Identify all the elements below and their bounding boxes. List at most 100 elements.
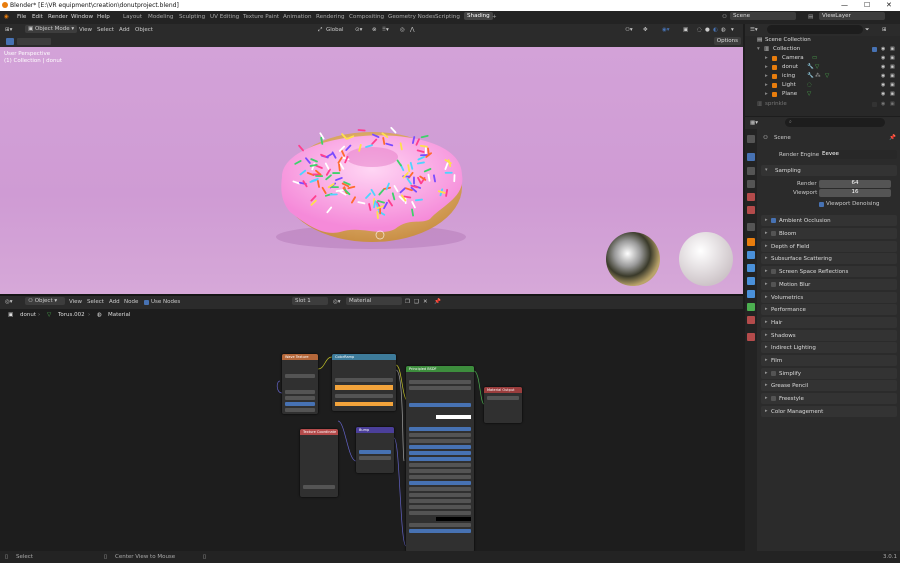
gizmo-icon[interactable]: ✥ bbox=[643, 27, 648, 33]
xray-icon[interactable]: ▣ bbox=[683, 27, 688, 33]
object-mode-dropdown[interactable]: ▣ Object Mode ▾ bbox=[25, 25, 78, 33]
node-field[interactable] bbox=[285, 396, 315, 400]
close-button[interactable]: ✕ bbox=[886, 1, 892, 9]
viewport-options-button[interactable]: Options bbox=[713, 37, 741, 45]
blender-menu-icon[interactable]: ◉ bbox=[4, 14, 9, 20]
visibility-eye-icon[interactable]: ◉ bbox=[881, 91, 885, 97]
slot-dropdown[interactable]: Slot 1 bbox=[292, 297, 328, 305]
node-field[interactable] bbox=[409, 457, 471, 461]
panel-shadows[interactable]: ▸ Shadows bbox=[761, 330, 897, 341]
viewport-menu-object[interactable]: Object bbox=[135, 27, 153, 33]
add-workspace-button[interactable]: + bbox=[492, 14, 497, 20]
material-name-field[interactable]: Material bbox=[346, 297, 402, 305]
menu-file[interactable]: File bbox=[17, 14, 26, 20]
collection-checkbox[interactable] bbox=[872, 47, 877, 52]
tab-geometry-nodes[interactable]: Geometry Nodes bbox=[388, 14, 435, 20]
render-samples-field[interactable]: 64 bbox=[819, 180, 891, 188]
orientation-icon[interactable]: ⤢ bbox=[318, 27, 322, 34]
panel-bloom[interactable]: ▸ Bloom bbox=[761, 228, 897, 239]
panel-indirect-lighting[interactable]: ▸ Indirect Lighting bbox=[761, 342, 897, 353]
node-field[interactable] bbox=[409, 380, 471, 384]
constraints-tab-icon[interactable] bbox=[747, 290, 755, 298]
output-tab-icon[interactable] bbox=[747, 167, 755, 175]
node-field[interactable] bbox=[409, 511, 471, 515]
node-field[interactable] bbox=[409, 475, 471, 479]
visibility-eye-icon[interactable]: ◉ bbox=[881, 64, 885, 70]
node-field[interactable] bbox=[409, 439, 471, 443]
pivot-icon[interactable]: ⊙▾ bbox=[355, 27, 362, 33]
object-tab-icon[interactable] bbox=[747, 238, 755, 246]
node-field[interactable] bbox=[335, 378, 393, 382]
node-menu-node[interactable]: Node bbox=[124, 299, 138, 305]
node-field[interactable] bbox=[359, 450, 391, 454]
node-field[interactable] bbox=[285, 374, 315, 378]
render-camera-icon[interactable]: ▣ bbox=[890, 55, 895, 61]
outliner-item-camera[interactable]: ▸ Camera ▭ ◉ ▣ bbox=[745, 54, 900, 63]
panel-screen-space-reflections[interactable]: ▸ Screen Space Reflections bbox=[761, 266, 897, 277]
emission-color-swatch[interactable] bbox=[436, 517, 471, 521]
data-tab-icon[interactable] bbox=[747, 303, 755, 311]
overlay-icon[interactable]: ◉▾ bbox=[662, 27, 670, 33]
render-engine-dropdown[interactable]: Eevee bbox=[819, 150, 897, 159]
panel-checkbox[interactable] bbox=[771, 218, 776, 223]
viewport-menu-add[interactable]: Add bbox=[119, 27, 130, 33]
node-canvas[interactable]: Wave Texture ColorRamp Texture Coordinat… bbox=[0, 321, 743, 552]
material-browse-icon[interactable]: ◎▾ bbox=[333, 299, 341, 305]
material-duplicate-icon[interactable]: ❐ bbox=[405, 299, 410, 305]
collection-tab-icon[interactable] bbox=[747, 223, 755, 231]
tab-rendering[interactable]: Rendering bbox=[316, 14, 345, 20]
visibility-icon[interactable]: ⚇▾ bbox=[625, 27, 633, 33]
scene-selector[interactable]: Scene bbox=[730, 12, 796, 20]
viewport-menu-select[interactable]: Select bbox=[97, 27, 114, 33]
pin-icon[interactable]: 📌 bbox=[434, 299, 441, 305]
snap-options-icon[interactable]: ⠿▾ bbox=[382, 27, 389, 33]
panel-checkbox[interactable] bbox=[771, 282, 776, 287]
properties-search-input[interactable]: ⌕ bbox=[785, 118, 885, 127]
node-field[interactable] bbox=[409, 469, 471, 473]
node-field[interactable] bbox=[303, 485, 335, 489]
node-field[interactable] bbox=[409, 523, 471, 527]
panel-checkbox[interactable] bbox=[771, 371, 776, 376]
view-layer-tab-icon[interactable] bbox=[747, 180, 755, 188]
node-field[interactable] bbox=[409, 433, 471, 437]
texture-tab-icon[interactable] bbox=[747, 333, 755, 341]
modifier-tab-icon[interactable] bbox=[747, 251, 755, 259]
visibility-eye-icon[interactable]: ◉ bbox=[881, 73, 885, 79]
select-mode-buttons[interactable] bbox=[17, 38, 51, 45]
proportional-falloff-icon[interactable]: ⋀ bbox=[410, 27, 415, 33]
node-menu-view[interactable]: View bbox=[69, 299, 82, 305]
node-field[interactable] bbox=[285, 390, 315, 394]
outliner-item-plane[interactable]: ▸ Plane ▽ ◉ ▣ bbox=[745, 90, 900, 99]
tab-compositing[interactable]: Compositing bbox=[349, 14, 384, 20]
node-field[interactable] bbox=[409, 403, 471, 407]
expand-arrow-icon[interactable]: ▸ bbox=[765, 73, 768, 79]
tab-layout[interactable]: Layout bbox=[123, 14, 142, 20]
node-editor-type-icon[interactable]: ◎▾ bbox=[5, 299, 13, 305]
snap-icon[interactable]: ⊗ bbox=[372, 27, 377, 33]
material-fake-user-icon[interactable]: ❑ bbox=[414, 299, 419, 305]
node-texture-coordinate[interactable]: Texture Coordinate bbox=[300, 429, 338, 497]
panel-ambient-occlusion[interactable]: ▸ Ambient Occlusion bbox=[761, 215, 897, 226]
panel-depth-of-field[interactable]: ▸ Depth of Field bbox=[761, 241, 897, 252]
world-tab-icon[interactable] bbox=[747, 206, 755, 214]
tab-texture-paint[interactable]: Texture Paint bbox=[243, 14, 279, 20]
node-menu-add[interactable]: Add bbox=[109, 299, 120, 305]
properties-editor-icon[interactable]: ▦▾ bbox=[750, 120, 758, 126]
outliner-item-light[interactable]: ▸ Light ◌ ◉ ▣ bbox=[745, 81, 900, 90]
subsurface-color-swatch[interactable] bbox=[436, 415, 471, 419]
outliner-item-donut[interactable]: ▸ donut 🔧 ▽ ◉ ▣ bbox=[745, 63, 900, 72]
orientation-dropdown[interactable]: Global bbox=[326, 27, 344, 33]
viewport-menu-view[interactable]: View bbox=[79, 27, 92, 33]
visibility-eye-icon[interactable]: ◉ bbox=[881, 101, 885, 107]
node-field[interactable] bbox=[285, 402, 315, 406]
node-field[interactable] bbox=[335, 394, 393, 398]
node-field[interactable] bbox=[409, 529, 471, 533]
tab-sculpting[interactable]: Sculpting bbox=[179, 14, 205, 20]
scene-tab-icon[interactable] bbox=[747, 193, 755, 201]
node-field[interactable] bbox=[409, 487, 471, 491]
node-field[interactable] bbox=[409, 499, 471, 503]
shading-options-icon[interactable]: ▾ bbox=[731, 27, 734, 33]
outliner-collection[interactable]: ▾ ▥ Collection ◉ ▣ bbox=[745, 45, 900, 54]
view-layer-selector[interactable]: ViewLayer bbox=[819, 12, 885, 20]
tab-animation[interactable]: Animation bbox=[283, 14, 312, 20]
